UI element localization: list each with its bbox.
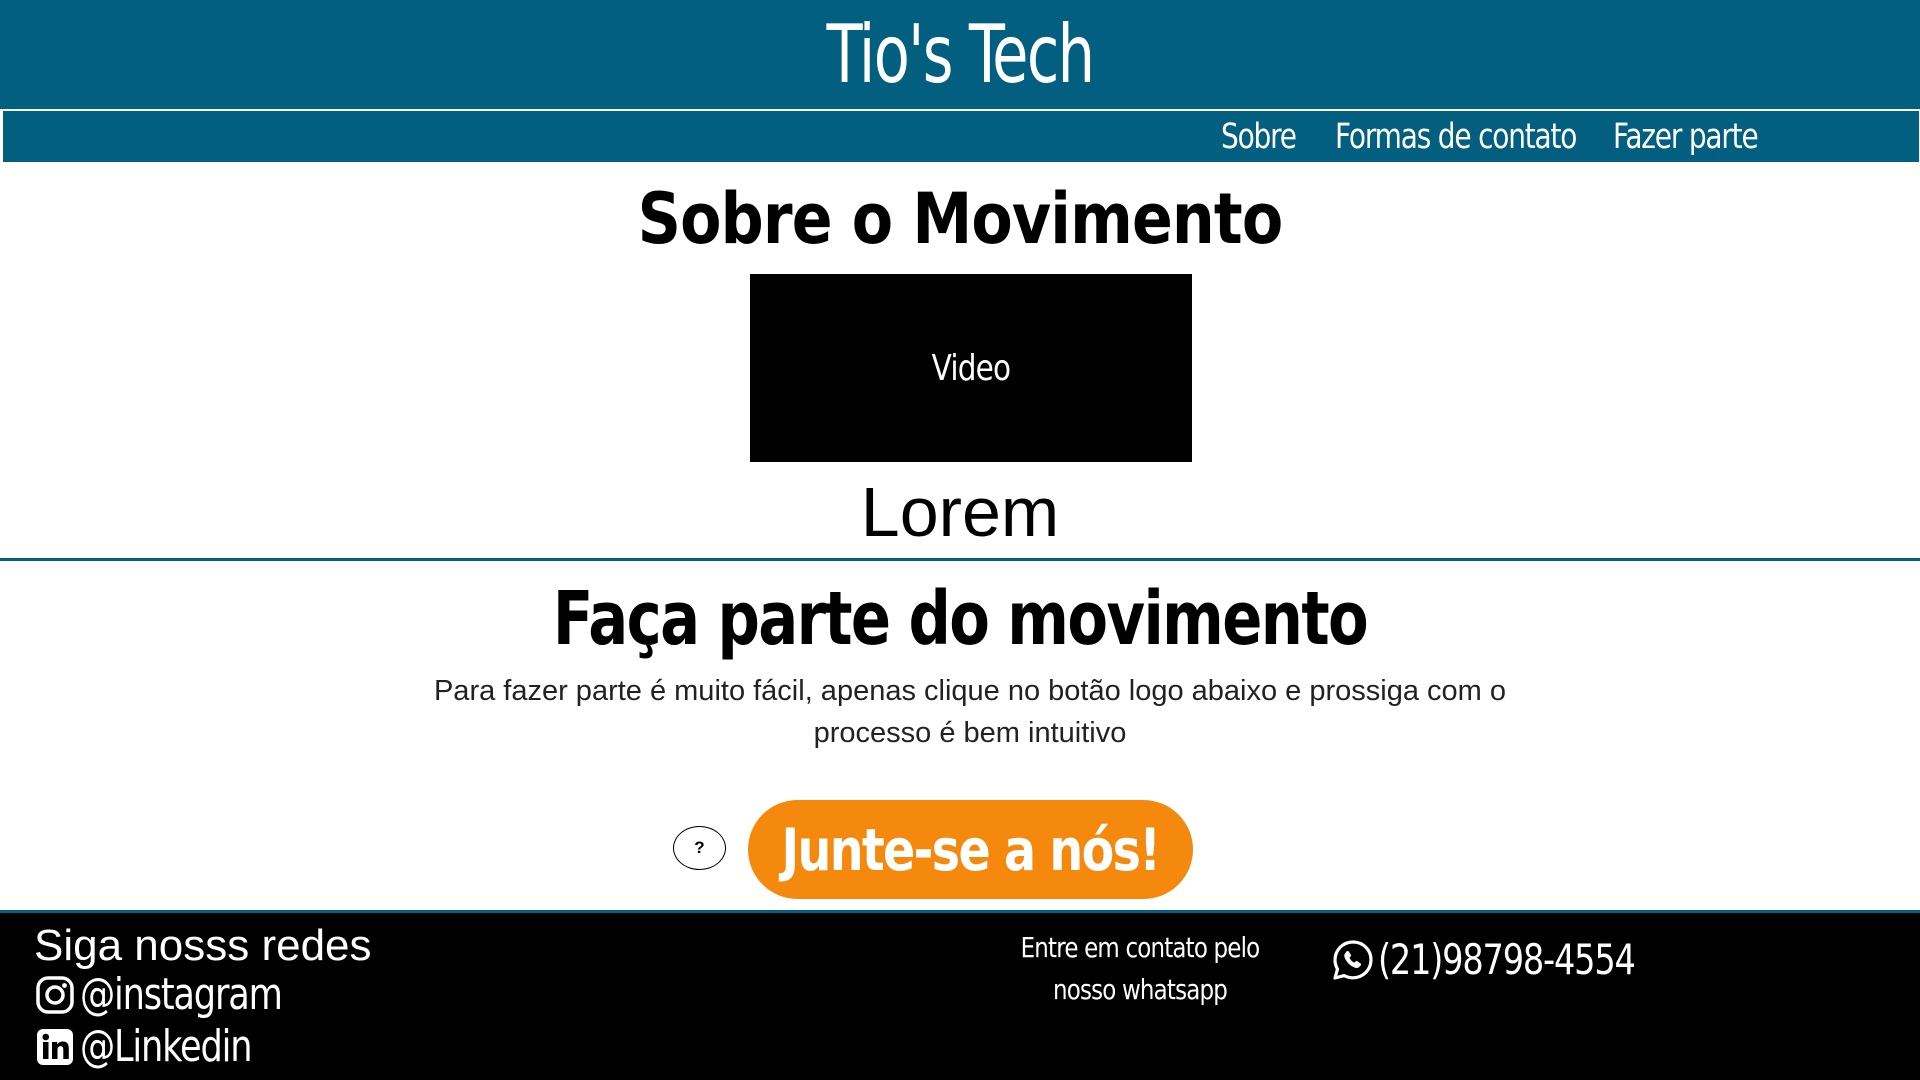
- join-description: Para fazer parte é muito fácil, apenas c…: [433, 675, 1507, 749]
- help-button[interactable]: ?: [673, 826, 726, 870]
- instagram-icon: [34, 974, 76, 1016]
- site-header: Tio's Tech: [0, 0, 1920, 109]
- whatsapp-text: Entre em contato pelo nosso whatsapp: [1020, 931, 1261, 1006]
- join-title: Faça parte do movimento: [552, 576, 1369, 662]
- join-button[interactable]: Junte-se a nós!: [748, 800, 1193, 899]
- linkedin-icon: [34, 1026, 76, 1068]
- linkedin-handle: @Linkedin: [80, 1021, 253, 1072]
- about-text: Lorem: [860, 473, 1060, 551]
- video-player[interactable]: Video: [750, 274, 1192, 462]
- site-title: Tio's Tech: [826, 8, 1096, 101]
- linkedin-link[interactable]: @Linkedin: [34, 1021, 294, 1072]
- social-heading: Siga nosss redes: [34, 921, 372, 970]
- whatsapp-number: (21)98798-4554: [1378, 935, 1636, 984]
- section-divider: [0, 558, 1920, 561]
- whatsapp-icon: [1330, 937, 1376, 983]
- main-nav: Sobre Formas de contato Fazer parte: [1, 109, 1920, 164]
- nav-link-fazer-parte[interactable]: Fazer parte: [1613, 111, 1759, 162]
- about-title: Sobre o Movimento: [637, 178, 1284, 260]
- site-footer: Siga nosss redes @instagram @Linkedin En…: [0, 910, 1920, 1080]
- join-button-label: Junte-se a nós!: [781, 815, 1161, 884]
- instagram-handle: @instagram: [80, 969, 283, 1020]
- instagram-link[interactable]: @instagram: [34, 969, 332, 1020]
- video-label: Video: [931, 347, 1011, 389]
- whatsapp-link[interactable]: (21)98798-4554: [1330, 935, 1699, 984]
- nav-link-sobre[interactable]: Sobre: [1221, 111, 1297, 162]
- nav-link-formas-de-contato[interactable]: Formas de contato: [1335, 111, 1577, 162]
